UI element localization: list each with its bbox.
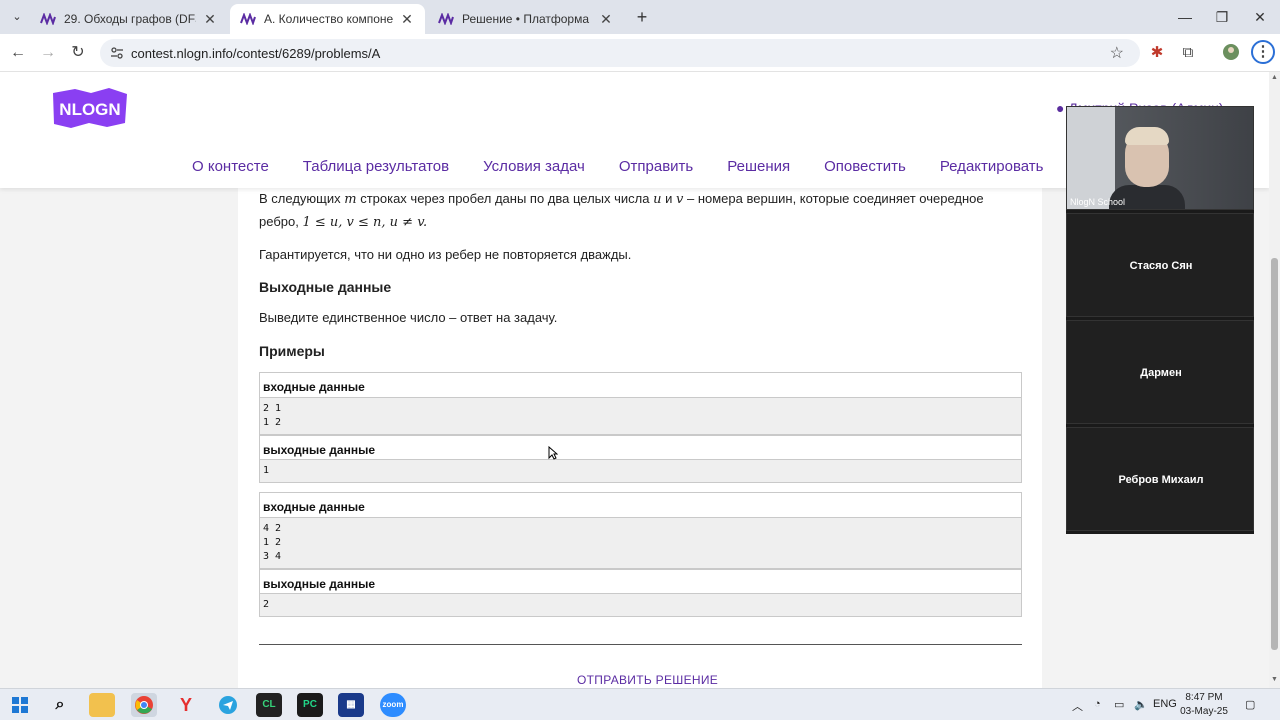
back-icon[interactable]: ←: [7, 42, 29, 64]
sample-input-label: входные данные: [260, 493, 1021, 518]
language-indicator[interactable]: ENG: [1153, 698, 1177, 710]
pycharm-icon[interactable]: PC: [297, 693, 323, 717]
participant-name: Ребров Михаил: [1118, 474, 1204, 486]
tab-solution[interactable]: Решение • Платформа NlogN ✕: [428, 4, 624, 34]
telegram-icon[interactable]: [215, 693, 241, 717]
forward-icon[interactable]: →: [37, 42, 59, 64]
windows-taskbar: ⌕ Y CL PC ▦ zoom ︿ ◔ ▭ 🔈 ENG 8:47 PM 03-…: [0, 688, 1280, 720]
input-format-text: В следующих m строках через пробел даны …: [259, 191, 984, 207]
clion-icon[interactable]: CL: [256, 693, 282, 717]
minimize-icon[interactable]: —: [1175, 7, 1195, 27]
nav-edit[interactable]: Редактировать: [940, 158, 1044, 175]
scroll-up-icon[interactable]: ▲: [1271, 74, 1278, 81]
video-call-panel: NlogN School Стасяо Сян Дармен Ребров Ми…: [1066, 106, 1254, 534]
notifications-icon[interactable]: ▢: [1245, 698, 1255, 711]
scrollbar-thumb[interactable]: [1271, 258, 1278, 650]
problem-content: В следующих m строках через пробел даны …: [238, 188, 1042, 688]
sample-input-label: входные данные: [260, 373, 1021, 398]
site-info-icon[interactable]: [110, 46, 124, 60]
tab-label: A. Количество компонент свя: [264, 12, 393, 26]
sample-test-2: входные данные 4 2 1 2 3 4 выходные данн…: [259, 492, 1022, 617]
close-icon[interactable]: ✕: [598, 11, 614, 28]
profile-avatar-icon[interactable]: [1221, 43, 1241, 63]
participant-name: Дармен: [1140, 367, 1182, 379]
contest-nav: О контесте Таблица результатов Условия з…: [192, 158, 1077, 175]
menu-kebab-icon[interactable]: ⋮: [1251, 40, 1275, 64]
window-close-icon[interactable]: ✕: [1250, 7, 1270, 27]
nav-standings[interactable]: Таблица результатов: [303, 158, 449, 175]
output-text: Выведите единственное число – ответ на з…: [259, 310, 558, 325]
user-icon: ●: [1056, 100, 1065, 116]
tab-label: 29. Обходы графов (DFS + BFS: [64, 12, 196, 26]
new-tab-icon[interactable]: +: [632, 7, 652, 27]
nlogn-favicon-icon: [40, 13, 56, 25]
close-icon[interactable]: ✕: [399, 11, 415, 28]
video-background: [1067, 107, 1115, 209]
page-scrollbar[interactable]: ▲ ▼: [1269, 72, 1280, 688]
video-tile-participant[interactable]: Дармен: [1066, 320, 1254, 424]
examples-heading: Примеры: [259, 343, 325, 359]
video-tile-label: NlogN School: [1070, 197, 1126, 207]
sample-output[interactable]: 2: [260, 594, 1021, 616]
output-heading: Выходные данные: [259, 279, 392, 295]
search-icon[interactable]: ⌕: [47, 693, 73, 717]
sample-output[interactable]: 1: [260, 460, 1021, 482]
clock-time: 8:47 PM: [1185, 692, 1223, 703]
participant-name: Стасяо Сян: [1129, 260, 1193, 272]
guarantee-text: Гарантируется, что ни одно из ребер не п…: [259, 247, 632, 262]
extensions-puzzle-icon[interactable]: ⧉: [1178, 43, 1198, 63]
reload-icon[interactable]: ↻: [67, 42, 89, 64]
close-icon[interactable]: ✕: [202, 11, 218, 28]
nav-about[interactable]: О контесте: [192, 158, 269, 175]
clock-date: 03-May-25: [1180, 706, 1228, 717]
nav-notify[interactable]: Оповестить: [824, 158, 906, 175]
wifi-icon[interactable]: ◔: [1094, 698, 1101, 710]
nav-problems[interactable]: Условия задач: [483, 158, 585, 175]
svg-text:NLOGN: NLOGN: [59, 100, 120, 119]
clock[interactable]: 8:47 PM 03-May-25: [1180, 691, 1228, 719]
chrome-icon[interactable]: [131, 693, 157, 717]
input-format-text-cont: ребро, 1 ≤ u, v ≤ n, u ≠ v.: [259, 214, 428, 230]
app-grid-icon[interactable]: ▦: [338, 693, 364, 717]
nav-solutions[interactable]: Решения: [727, 158, 790, 175]
volume-icon[interactable]: 🔈: [1134, 698, 1148, 711]
tray-chevron-icon[interactable]: ︿: [1072, 698, 1083, 714]
scroll-down-icon[interactable]: ▼: [1271, 676, 1278, 683]
divider: [259, 644, 1022, 645]
video-tile-participant[interactable]: Стасяо Сян: [1066, 213, 1254, 317]
file-explorer-icon[interactable]: [89, 693, 115, 717]
nlogn-logo[interactable]: NLOGN: [51, 87, 129, 129]
battery-icon[interactable]: ▭: [1114, 698, 1124, 711]
browser-toolbar: ← → ↻ contest.nlogn.info/contest/6289/pr…: [0, 34, 1280, 72]
maximize-icon[interactable]: ❐: [1212, 7, 1232, 27]
bookmark-star-icon[interactable]: ☆: [1110, 43, 1124, 63]
tab-search-icon[interactable]: ⌄: [8, 8, 26, 26]
yandex-browser-icon[interactable]: Y: [173, 693, 199, 717]
sample-output-label: выходные данные: [260, 569, 1021, 594]
tab-strip: ⌄ 29. Обходы графов (DFS + BFS ✕ A. Коли…: [0, 0, 1280, 34]
sample-input[interactable]: 4 2 1 2 3 4: [260, 518, 1021, 569]
tab-problem-a[interactable]: A. Количество компонент свя ✕: [230, 4, 425, 34]
video-person: [1125, 127, 1169, 145]
video-tile-participant[interactable]: Ребров Михаил: [1066, 427, 1254, 531]
nlogn-favicon-icon: [438, 13, 454, 25]
tab-graphs[interactable]: 29. Обходы графов (DFS + BFS ✕: [30, 4, 228, 34]
mouse-cursor-icon: [548, 445, 559, 460]
url-text: contest.nlogn.info/contest/6289/problems…: [131, 46, 381, 61]
zoom-icon[interactable]: zoom: [380, 693, 406, 717]
address-bar[interactable]: contest.nlogn.info/contest/6289/problems…: [100, 39, 1140, 67]
sample-input[interactable]: 2 1 1 2: [260, 398, 1021, 435]
submit-solution-link[interactable]: ОТПРАВИТЬ РЕШЕНИЕ: [577, 673, 718, 687]
sample-test-1: входные данные 2 1 1 2 выходные данные 1: [259, 372, 1022, 483]
extension-icon[interactable]: ✱: [1147, 43, 1167, 63]
video-tile-self[interactable]: NlogN School: [1066, 106, 1254, 210]
sample-output-label: выходные данные: [260, 435, 1021, 460]
nav-submit[interactable]: Отправить: [619, 158, 693, 175]
tab-label: Решение • Платформа NlogN: [462, 12, 592, 26]
nlogn-favicon-icon: [240, 13, 256, 25]
windows-start-icon[interactable]: [7, 693, 33, 717]
